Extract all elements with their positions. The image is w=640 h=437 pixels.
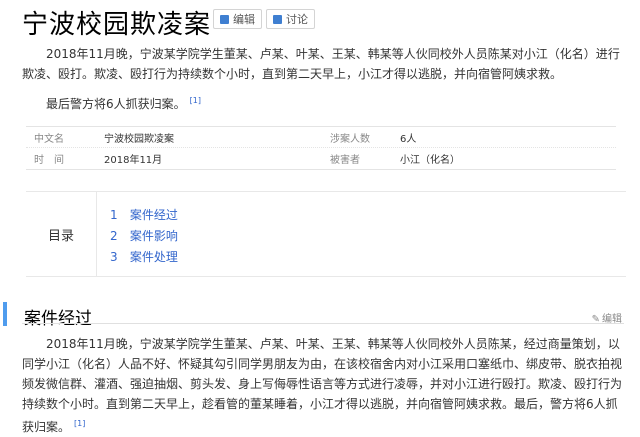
section-title: 案件经过 [24,309,92,329]
section-paragraph: 2018年11月晚，宁波某学院学生董某、卢某、叶某、王某、韩某等人伙同校外人员陈… [22,334,622,437]
discuss-icon [273,14,282,24]
infobox-row: 时 间 2018年11月 被害者 小江（化名） [26,147,616,168]
infobox-label: 涉案人数 [330,134,370,145]
edit-icon [220,14,229,24]
summary-text-2: 最后警方将6人抓获归案。 [46,97,186,111]
section-accent-bar [3,302,7,326]
section-divider [22,323,624,324]
section-body-text: 2018年11月晚，宁波某学院学生董某、卢某、叶某、王某、韩某等人伙同校外人员陈… [22,337,623,434]
toc-item-1[interactable]: 1 案件经过 [110,206,178,223]
infobox-row: 中文名 宁波校园欺凌案 涉案人数 6人 [26,127,616,147]
summary-paragraph: 2018年11月晚，宁波某学院学生董某、卢某、叶某、王某、韩某等人伙同校外人员陈… [22,44,622,84]
summary-paragraph-2: 最后警方将6人抓获归案。 [1] [22,91,622,114]
discuss-button[interactable]: 讨论 [266,9,315,29]
table-of-contents: 目录 1 案件经过 2 案件影响 3 案件处理 [26,191,626,277]
infobox-value: 2018年11月 [104,155,163,166]
citation-link[interactable]: [1] [190,96,201,105]
toc-item-label: 案件影响 [129,229,178,243]
toc-heading: 目录 [26,192,97,276]
toc-item-number: 3 [110,250,118,264]
infobox-value: 小江（化名） [400,155,460,166]
toc-item-2[interactable]: 2 案件影响 [110,227,178,244]
discuss-button-label: 讨论 [286,13,308,26]
toc-item-number: 2 [110,229,118,243]
infobox-label: 被害者 [330,155,360,166]
summary-text: 2018年11月晚，宁波某学院学生董某、卢某、叶某、王某、韩某等人伙同校外人员陈… [22,47,620,81]
infobox-value: 6人 [400,134,417,145]
edit-button-label: 编辑 [233,13,255,26]
edit-button[interactable]: 编辑 [213,9,262,29]
citation-link[interactable]: [1] [74,419,85,428]
toc-item-3[interactable]: 3 案件处理 [110,248,178,265]
toc-item-label: 案件经过 [129,208,178,222]
toc-item-label: 案件处理 [129,250,178,264]
infobox-value: 宁波校园欺凌案 [104,134,174,145]
infobox: 中文名 宁波校园欺凌案 涉案人数 6人 时 间 2018年11月 被害者 小江（… [26,126,616,170]
infobox-label: 时 间 [34,155,64,166]
page-title: 宁波校园欺凌案 [22,10,212,40]
infobox-label: 中文名 [34,134,64,145]
top-toolbar-clipped [510,0,640,6]
toc-item-number: 1 [110,208,118,222]
